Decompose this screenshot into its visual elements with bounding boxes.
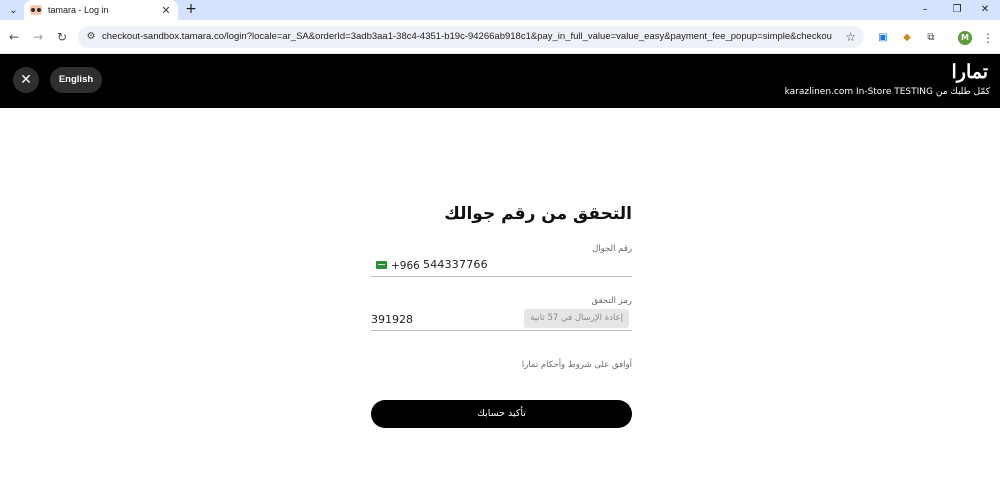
url-text[interactable]: checkout-sandbox.tamara.co/login?locale=… bbox=[102, 30, 832, 44]
terms-link[interactable]: أوافق على شروط وأحكام تمارا bbox=[371, 359, 632, 371]
phone-field[interactable]: +966 544337766 bbox=[371, 257, 632, 277]
merchant-line: كمّل طلبك من karazlinen.com In-Store TES… bbox=[784, 87, 990, 97]
browser-tab[interactable]: tamara - Log in ✕ bbox=[24, 0, 178, 20]
profile-avatar[interactable]: M bbox=[958, 31, 972, 45]
saudi-flag-icon bbox=[376, 261, 387, 269]
otp-field[interactable]: 391928 إعادة الإرسال في 57 ثانية bbox=[371, 309, 632, 331]
extension-icon[interactable]: ◆ bbox=[900, 31, 914, 45]
screen-capture-extension-icon[interactable]: ▣ bbox=[876, 31, 890, 45]
star-icon[interactable]: ☆ bbox=[845, 30, 856, 44]
window-close-icon[interactable]: ✕ bbox=[976, 2, 994, 18]
confirm-account-button[interactable]: تأكيد حسابك bbox=[371, 400, 632, 428]
otp-input[interactable]: 391928 bbox=[371, 313, 413, 327]
restore-icon[interactable]: ❐ bbox=[948, 2, 966, 18]
reload-icon[interactable]: ↻ bbox=[54, 29, 70, 45]
browser-toolbar: ← → ↻ ⚙ checkout-sandbox.tamara.co/login… bbox=[0, 20, 1000, 54]
arrow-right-icon[interactable]: → bbox=[30, 29, 46, 45]
new-tab-button[interactable]: + bbox=[184, 1, 198, 17]
tab-title: tamara - Log in bbox=[48, 5, 109, 15]
tamara-favicon-icon bbox=[30, 5, 42, 15]
checkout-header: ✕ English تمارا كمّل طلبك من karazlinen.… bbox=[0, 54, 1000, 108]
otp-label: رمز التحقق bbox=[591, 296, 632, 306]
minimize-icon[interactable]: – bbox=[916, 2, 934, 18]
phone-label: رقم الجوال bbox=[592, 244, 632, 254]
puzzle-extensions-icon[interactable]: ⧉ bbox=[924, 31, 938, 45]
chevron-down-icon[interactable]: ⌄ bbox=[5, 2, 22, 18]
country-dial-code[interactable]: +966 bbox=[391, 259, 420, 273]
arrow-left-icon[interactable]: ← bbox=[6, 29, 22, 45]
close-button[interactable]: ✕ bbox=[13, 67, 39, 93]
tamara-logo: تمارا bbox=[951, 61, 988, 83]
browser-tabstrip: ⌄ tamara - Log in ✕ + – ❐ ✕ bbox=[0, 0, 1000, 20]
phone-input[interactable]: 544337766 bbox=[423, 258, 488, 272]
page-title: التحقق من رقم جوالك bbox=[444, 204, 632, 224]
kebab-menu-icon[interactable]: ⋮ bbox=[982, 30, 994, 46]
close-icon[interactable]: ✕ bbox=[160, 4, 172, 17]
language-toggle-button[interactable]: English bbox=[50, 67, 102, 93]
address-bar[interactable]: ⚙ checkout-sandbox.tamara.co/login?local… bbox=[78, 26, 864, 48]
resend-code-button: إعادة الإرسال في 57 ثانية bbox=[524, 309, 629, 328]
tune-icon[interactable]: ⚙ bbox=[85, 31, 97, 43]
